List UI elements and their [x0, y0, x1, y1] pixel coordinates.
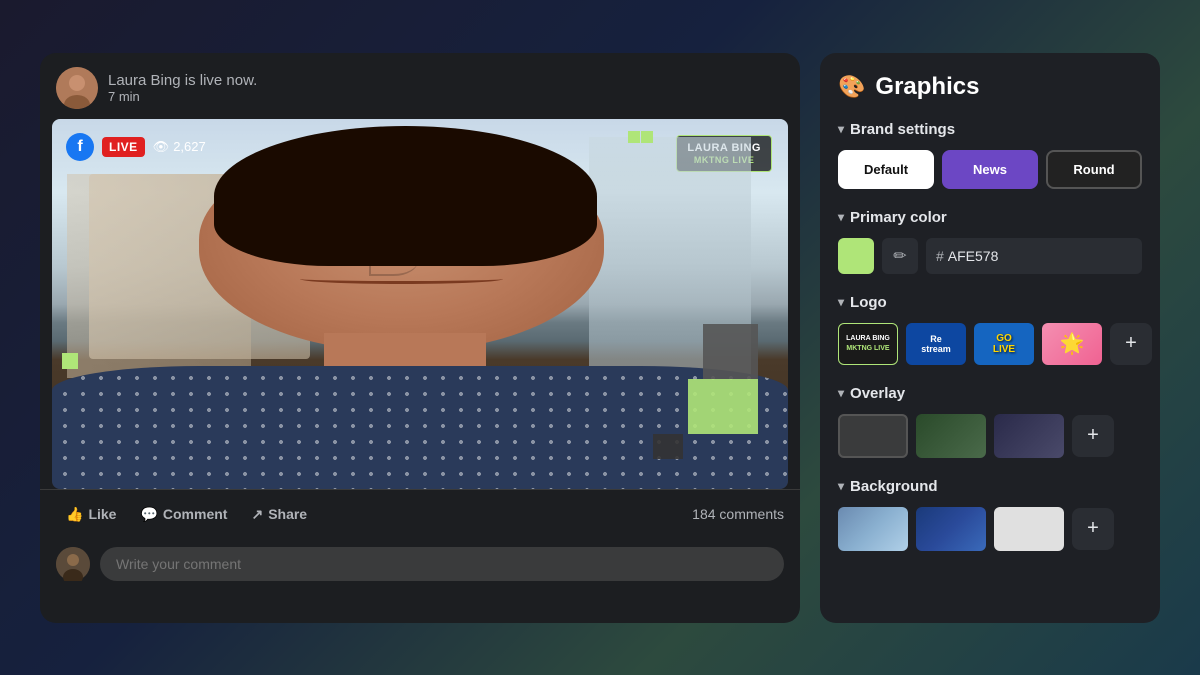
like-icon: 👍 — [66, 506, 83, 523]
chevron-down-icon-4: ▾ — [838, 386, 844, 400]
comment-icon: 💬 — [140, 506, 157, 523]
logo-thumb-3[interactable]: GOLIVE — [974, 323, 1034, 365]
bg-thumb-1[interactable] — [838, 507, 908, 551]
logo2-text: Restream — [921, 334, 951, 354]
action-buttons: 👍 Like 💬 Comment ↗ Share — [56, 500, 317, 529]
comment-input[interactable] — [100, 547, 784, 581]
live-bar: f LIVE 👁 2,627 — [66, 133, 206, 161]
chevron-down-icon: ▾ — [838, 122, 844, 136]
video-player[interactable]: LAURA BING MKTNG LIVE f LIVE 👁 2,627 Lau… — [52, 119, 788, 489]
logo-thumb-2[interactable]: Restream — [906, 323, 966, 365]
shirt-pattern — [52, 366, 788, 488]
background-header[interactable]: ▾ Background — [838, 478, 1142, 495]
chevron-down-icon-5: ▾ — [838, 479, 844, 493]
palette-icon: 🎨 — [838, 74, 865, 100]
like-button[interactable]: 👍 Like — [56, 500, 126, 529]
add-overlay-button[interactable]: + — [1072, 415, 1114, 457]
logo-header[interactable]: ▾ Logo — [838, 294, 1142, 311]
add-background-button[interactable]: + — [1072, 508, 1114, 550]
actions-bar: 👍 Like 💬 Comment ↗ Share 184 comments — [40, 489, 800, 539]
color-input-wrap: # — [926, 238, 1142, 274]
panel-title-text: Graphics — [875, 73, 979, 101]
overlay-thumb-1[interactable] — [838, 414, 908, 458]
commenter-avatar — [56, 547, 90, 581]
bg-thumb-3[interactable] — [994, 507, 1064, 551]
logo3-text: GOLIVE — [993, 333, 1015, 355]
share-label: Share — [268, 506, 307, 522]
eyedropper-button[interactable]: ✏ — [882, 238, 918, 274]
body — [52, 366, 788, 488]
like-label: Like — [88, 506, 116, 522]
overlay-thumbnails: + — [838, 414, 1142, 458]
eye-icon: 👁 — [153, 139, 170, 155]
live-badge: LIVE — [102, 137, 145, 157]
primary-color-label: Primary color — [850, 209, 947, 226]
overlay-label: Overlay — [850, 385, 905, 402]
share-icon: ↗ — [251, 506, 263, 523]
bg-thumb-2[interactable] — [916, 507, 986, 551]
brand-btn-news[interactable]: News — [942, 150, 1038, 189]
live-status: is live now. — [185, 72, 258, 89]
user-avatar — [56, 67, 98, 109]
color-hex-input[interactable] — [948, 248, 1132, 264]
add-logo-button[interactable]: + — [1110, 323, 1152, 365]
logo-thumb-4[interactable]: 🌟 — [1042, 323, 1102, 365]
username: Laura Bing — [108, 72, 181, 89]
post-time: 7 min — [108, 89, 784, 104]
eyedropper-icon: ✏ — [893, 246, 906, 266]
color-row: ✏ # — [838, 238, 1142, 274]
hash-symbol: # — [936, 248, 944, 264]
logo1-text: LAURA BINGMKTNG LIVE — [846, 334, 890, 352]
panel-title: 🎨 Graphics — [838, 73, 1142, 101]
logo-section: ▾ Logo LAURA BINGMKTNG LIVE Restream GOL… — [838, 294, 1142, 365]
facebook-icon: f — [66, 133, 94, 161]
overlay-thumb-3[interactable] — [994, 414, 1064, 458]
chevron-down-icon-3: ▾ — [838, 295, 844, 309]
facebook-panel: Laura Bing is live now. 7 min — [40, 53, 800, 623]
video-bg: LAURA BING MKTNG LIVE f LIVE 👁 2,627 Lau… — [52, 119, 788, 489]
logo4-icon: 🌟 — [1060, 331, 1085, 356]
person-container — [52, 119, 788, 489]
overlay-thumb-2[interactable] — [916, 414, 986, 458]
comment-button[interactable]: 💬 Comment — [130, 500, 237, 529]
brand-buttons-group: Default News Round — [838, 150, 1142, 189]
primary-color-section: ▾ Primary color ✏ # — [838, 209, 1142, 274]
mouth — [300, 274, 502, 284]
brand-btn-round[interactable]: Round — [1046, 150, 1142, 189]
username-line: Laura Bing is live now. — [108, 72, 784, 89]
background-label: Background — [850, 478, 938, 495]
share-button[interactable]: ↗ Share — [241, 500, 317, 529]
color-swatch[interactable] — [838, 238, 874, 274]
overlay-section: ▾ Overlay + — [838, 385, 1142, 458]
logo-thumb-1[interactable]: LAURA BINGMKTNG LIVE — [838, 323, 898, 365]
post-header: Laura Bing is live now. 7 min — [40, 53, 800, 119]
brand-settings-section: ▾ Brand settings Default News Round — [838, 121, 1142, 189]
logo-thumbnails: LAURA BINGMKTNG LIVE Restream GOLIVE 🌟 + — [838, 323, 1142, 365]
overlay-header[interactable]: ▾ Overlay — [838, 385, 1142, 402]
brand-settings-label: Brand settings — [850, 121, 955, 138]
primary-color-header[interactable]: ▾ Primary color — [838, 209, 1142, 226]
background-section: ▾ Background + — [838, 478, 1142, 551]
background-thumbnails: + — [838, 507, 1142, 551]
hair — [214, 126, 597, 267]
chevron-down-icon-2: ▾ — [838, 210, 844, 224]
comment-row — [40, 539, 800, 593]
comments-count: 184 comments — [692, 506, 784, 522]
comment-label: Comment — [163, 506, 228, 522]
user-info: Laura Bing is live now. 7 min — [108, 72, 784, 104]
view-count-number: 2,627 — [173, 139, 206, 154]
brand-settings-header[interactable]: ▾ Brand settings — [838, 121, 1142, 138]
graphics-panel: 🎨 Graphics ▾ Brand settings Default News… — [820, 53, 1160, 623]
brand-btn-default[interactable]: Default — [838, 150, 934, 189]
logo-label: Logo — [850, 294, 887, 311]
view-count: 👁 2,627 — [153, 139, 206, 155]
